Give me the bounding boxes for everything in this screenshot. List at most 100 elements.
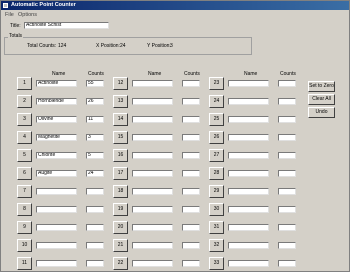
count-input[interactable] <box>182 206 200 213</box>
count-input[interactable] <box>86 188 104 195</box>
mineral-name-input[interactable] <box>36 224 77 231</box>
count-input[interactable] <box>278 80 296 87</box>
counter-button-28[interactable]: 28 <box>209 167 224 180</box>
mineral-name-input[interactable] <box>228 152 269 159</box>
count-input[interactable] <box>278 188 296 195</box>
count-input[interactable] <box>182 80 200 87</box>
counter-button-31[interactable]: 31 <box>209 221 224 234</box>
count-input[interactable] <box>278 134 296 141</box>
counter-button-30[interactable]: 30 <box>209 203 224 216</box>
mineral-name-input[interactable]: Hornblende <box>36 98 77 105</box>
counter-button-8[interactable]: 8 <box>17 203 32 216</box>
counter-button-11[interactable]: 11 <box>17 257 32 270</box>
mineral-name-input[interactable]: Actinolite <box>36 80 77 87</box>
counter-button-24[interactable]: 24 <box>209 95 224 108</box>
counter-button-3[interactable]: 3 <box>17 113 32 126</box>
mineral-name-input[interactable] <box>228 224 269 231</box>
mineral-name-input[interactable] <box>228 80 269 87</box>
mineral-name-input[interactable] <box>228 170 269 177</box>
counter-button-18[interactable]: 18 <box>113 185 128 198</box>
counter-button-12[interactable]: 12 <box>113 77 128 90</box>
count-input[interactable] <box>278 98 296 105</box>
counter-button-25[interactable]: 25 <box>209 113 224 126</box>
mineral-name-input[interactable] <box>228 188 269 195</box>
counter-button-2[interactable]: 2 <box>17 95 32 108</box>
count-input[interactable] <box>278 260 296 267</box>
count-input[interactable] <box>278 152 296 159</box>
counter-button-22[interactable]: 22 <box>113 257 128 270</box>
count-input[interactable] <box>182 242 200 249</box>
count-input[interactable] <box>278 224 296 231</box>
count-input[interactable] <box>278 170 296 177</box>
mineral-name-input[interactable] <box>132 242 173 249</box>
count-input[interactable] <box>182 188 200 195</box>
mineral-name-input[interactable]: Magnetite <box>36 134 77 141</box>
mineral-name-input[interactable] <box>132 170 173 177</box>
counter-button-5[interactable]: 5 <box>17 149 32 162</box>
count-input[interactable] <box>182 260 200 267</box>
count-input[interactable] <box>182 134 200 141</box>
title-input[interactable]: Actinolite Schist <box>24 22 109 29</box>
mineral-name-input[interactable] <box>228 242 269 249</box>
count-input[interactable] <box>182 116 200 123</box>
mineral-name-input[interactable] <box>36 242 77 249</box>
counter-button-16[interactable]: 16 <box>113 149 128 162</box>
mineral-name-input[interactable] <box>132 134 173 141</box>
mineral-name-input[interactable] <box>228 206 269 213</box>
mineral-name-input[interactable] <box>228 116 269 123</box>
count-input[interactable] <box>182 152 200 159</box>
count-input[interactable] <box>278 206 296 213</box>
mineral-name-input[interactable] <box>132 116 173 123</box>
counter-button-26[interactable]: 26 <box>209 131 224 144</box>
mineral-name-input[interactable] <box>228 260 269 267</box>
counter-button-32[interactable]: 32 <box>209 239 224 252</box>
count-input[interactable] <box>278 242 296 249</box>
clear-all-button[interactable]: Clear All <box>308 94 335 105</box>
counter-button-7[interactable]: 7 <box>17 185 32 198</box>
menu-options[interactable]: Options <box>18 11 37 19</box>
mineral-name-input[interactable] <box>132 224 173 231</box>
mineral-name-input[interactable] <box>132 188 173 195</box>
mineral-name-input[interactable] <box>36 260 77 267</box>
counter-button-9[interactable]: 9 <box>17 221 32 234</box>
counter-button-10[interactable]: 10 <box>17 239 32 252</box>
mineral-name-input[interactable] <box>132 98 173 105</box>
count-input[interactable]: 26 <box>86 98 104 105</box>
count-input[interactable] <box>86 206 104 213</box>
count-input[interactable]: 55 <box>86 80 104 87</box>
counter-button-23[interactable]: 23 <box>209 77 224 90</box>
counter-button-33[interactable]: 33 <box>209 257 224 270</box>
mineral-name-input[interactable] <box>228 134 269 141</box>
undo-button[interactable]: Undo <box>308 107 335 118</box>
count-input[interactable] <box>182 224 200 231</box>
counter-button-21[interactable]: 21 <box>113 239 128 252</box>
count-input[interactable]: 11 <box>86 116 104 123</box>
count-input[interactable] <box>86 224 104 231</box>
count-input[interactable] <box>278 116 296 123</box>
counter-button-17[interactable]: 17 <box>113 167 128 180</box>
set-to-zero-button[interactable]: Set to Zero <box>308 81 335 92</box>
mineral-name-input[interactable] <box>36 206 77 213</box>
counter-button-19[interactable]: 19 <box>113 203 128 216</box>
count-input[interactable]: 3 <box>86 134 104 141</box>
mineral-name-input[interactable]: Augite <box>36 170 77 177</box>
menu-file[interactable]: File <box>5 11 14 19</box>
mineral-name-input[interactable] <box>36 188 77 195</box>
counter-button-15[interactable]: 15 <box>113 131 128 144</box>
counter-button-29[interactable]: 29 <box>209 185 224 198</box>
mineral-name-input[interactable] <box>132 152 173 159</box>
mineral-name-input[interactable]: Olivine <box>36 116 77 123</box>
mineral-name-input[interactable] <box>132 206 173 213</box>
counter-button-14[interactable]: 14 <box>113 113 128 126</box>
counter-button-6[interactable]: 6 <box>17 167 32 180</box>
count-input[interactable] <box>86 242 104 249</box>
counter-button-27[interactable]: 27 <box>209 149 224 162</box>
counter-button-13[interactable]: 13 <box>113 95 128 108</box>
counter-button-1[interactable]: 1 <box>17 77 32 90</box>
mineral-name-input[interactable]: Chlorite <box>36 152 77 159</box>
counter-button-20[interactable]: 20 <box>113 221 128 234</box>
mineral-name-input[interactable] <box>132 80 173 87</box>
mineral-name-input[interactable] <box>228 98 269 105</box>
counter-button-4[interactable]: 4 <box>17 131 32 144</box>
count-input[interactable]: 24 <box>86 170 104 177</box>
